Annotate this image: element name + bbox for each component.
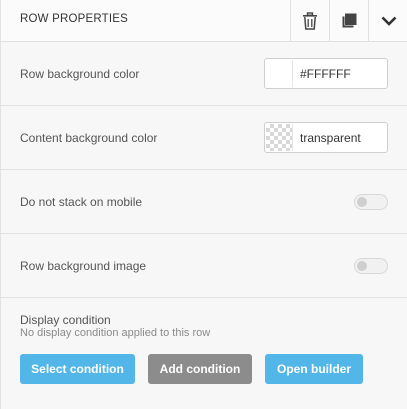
row-background-image-setting: Row background image: [1, 234, 407, 298]
row-background-image-toggle[interactable]: [354, 258, 388, 274]
add-condition-button[interactable]: Add condition: [148, 354, 252, 384]
display-condition-subtitle: No display condition applied to this row: [20, 327, 211, 339]
trash-icon: [302, 12, 317, 30]
toggle-knob: [357, 261, 367, 271]
row-background-color-label: Row background color: [20, 66, 140, 81]
content-background-color-picker[interactable]: transparent: [264, 122, 388, 153]
content-background-color-value[interactable]: transparent: [300, 131, 361, 145]
duplicate-row-button[interactable]: [329, 0, 367, 42]
row-background-color-picker[interactable]: #FFFFFF: [264, 58, 388, 89]
content-background-color-label: Content background color: [20, 130, 158, 145]
color-swatch[interactable]: [266, 60, 293, 87]
select-condition-button[interactable]: Select condition: [20, 354, 135, 384]
display-condition-title: Display condition: [20, 313, 111, 327]
content-background-color-setting: Content background color transparent: [1, 106, 407, 170]
row-background-image-label: Row background image: [20, 258, 147, 273]
transparent-swatch[interactable]: [266, 124, 293, 151]
copy-icon: [342, 13, 356, 28]
panel-title: ROW PROPERTIES: [20, 13, 129, 25]
row-background-color-setting: Row background color #FFFFFF: [1, 42, 407, 106]
display-condition-section: Display condition No display condition a…: [1, 298, 407, 409]
do-not-stack-mobile-toggle[interactable]: [354, 194, 388, 210]
delete-row-button[interactable]: [290, 0, 328, 42]
toggle-knob: [357, 197, 367, 207]
do-not-stack-mobile-setting: Do not stack on mobile: [1, 170, 407, 234]
chevron-down-icon: [381, 16, 396, 26]
collapse-panel-button[interactable]: [368, 0, 407, 42]
row-background-color-value[interactable]: #FFFFFF: [300, 67, 351, 81]
panel-header: ROW PROPERTIES: [1, 0, 407, 42]
do-not-stack-mobile-label: Do not stack on mobile: [20, 194, 143, 209]
open-builder-button[interactable]: Open builder: [265, 354, 363, 384]
row-properties-panel: ROW PROPERTIES Row background color #FFF…: [0, 0, 407, 409]
